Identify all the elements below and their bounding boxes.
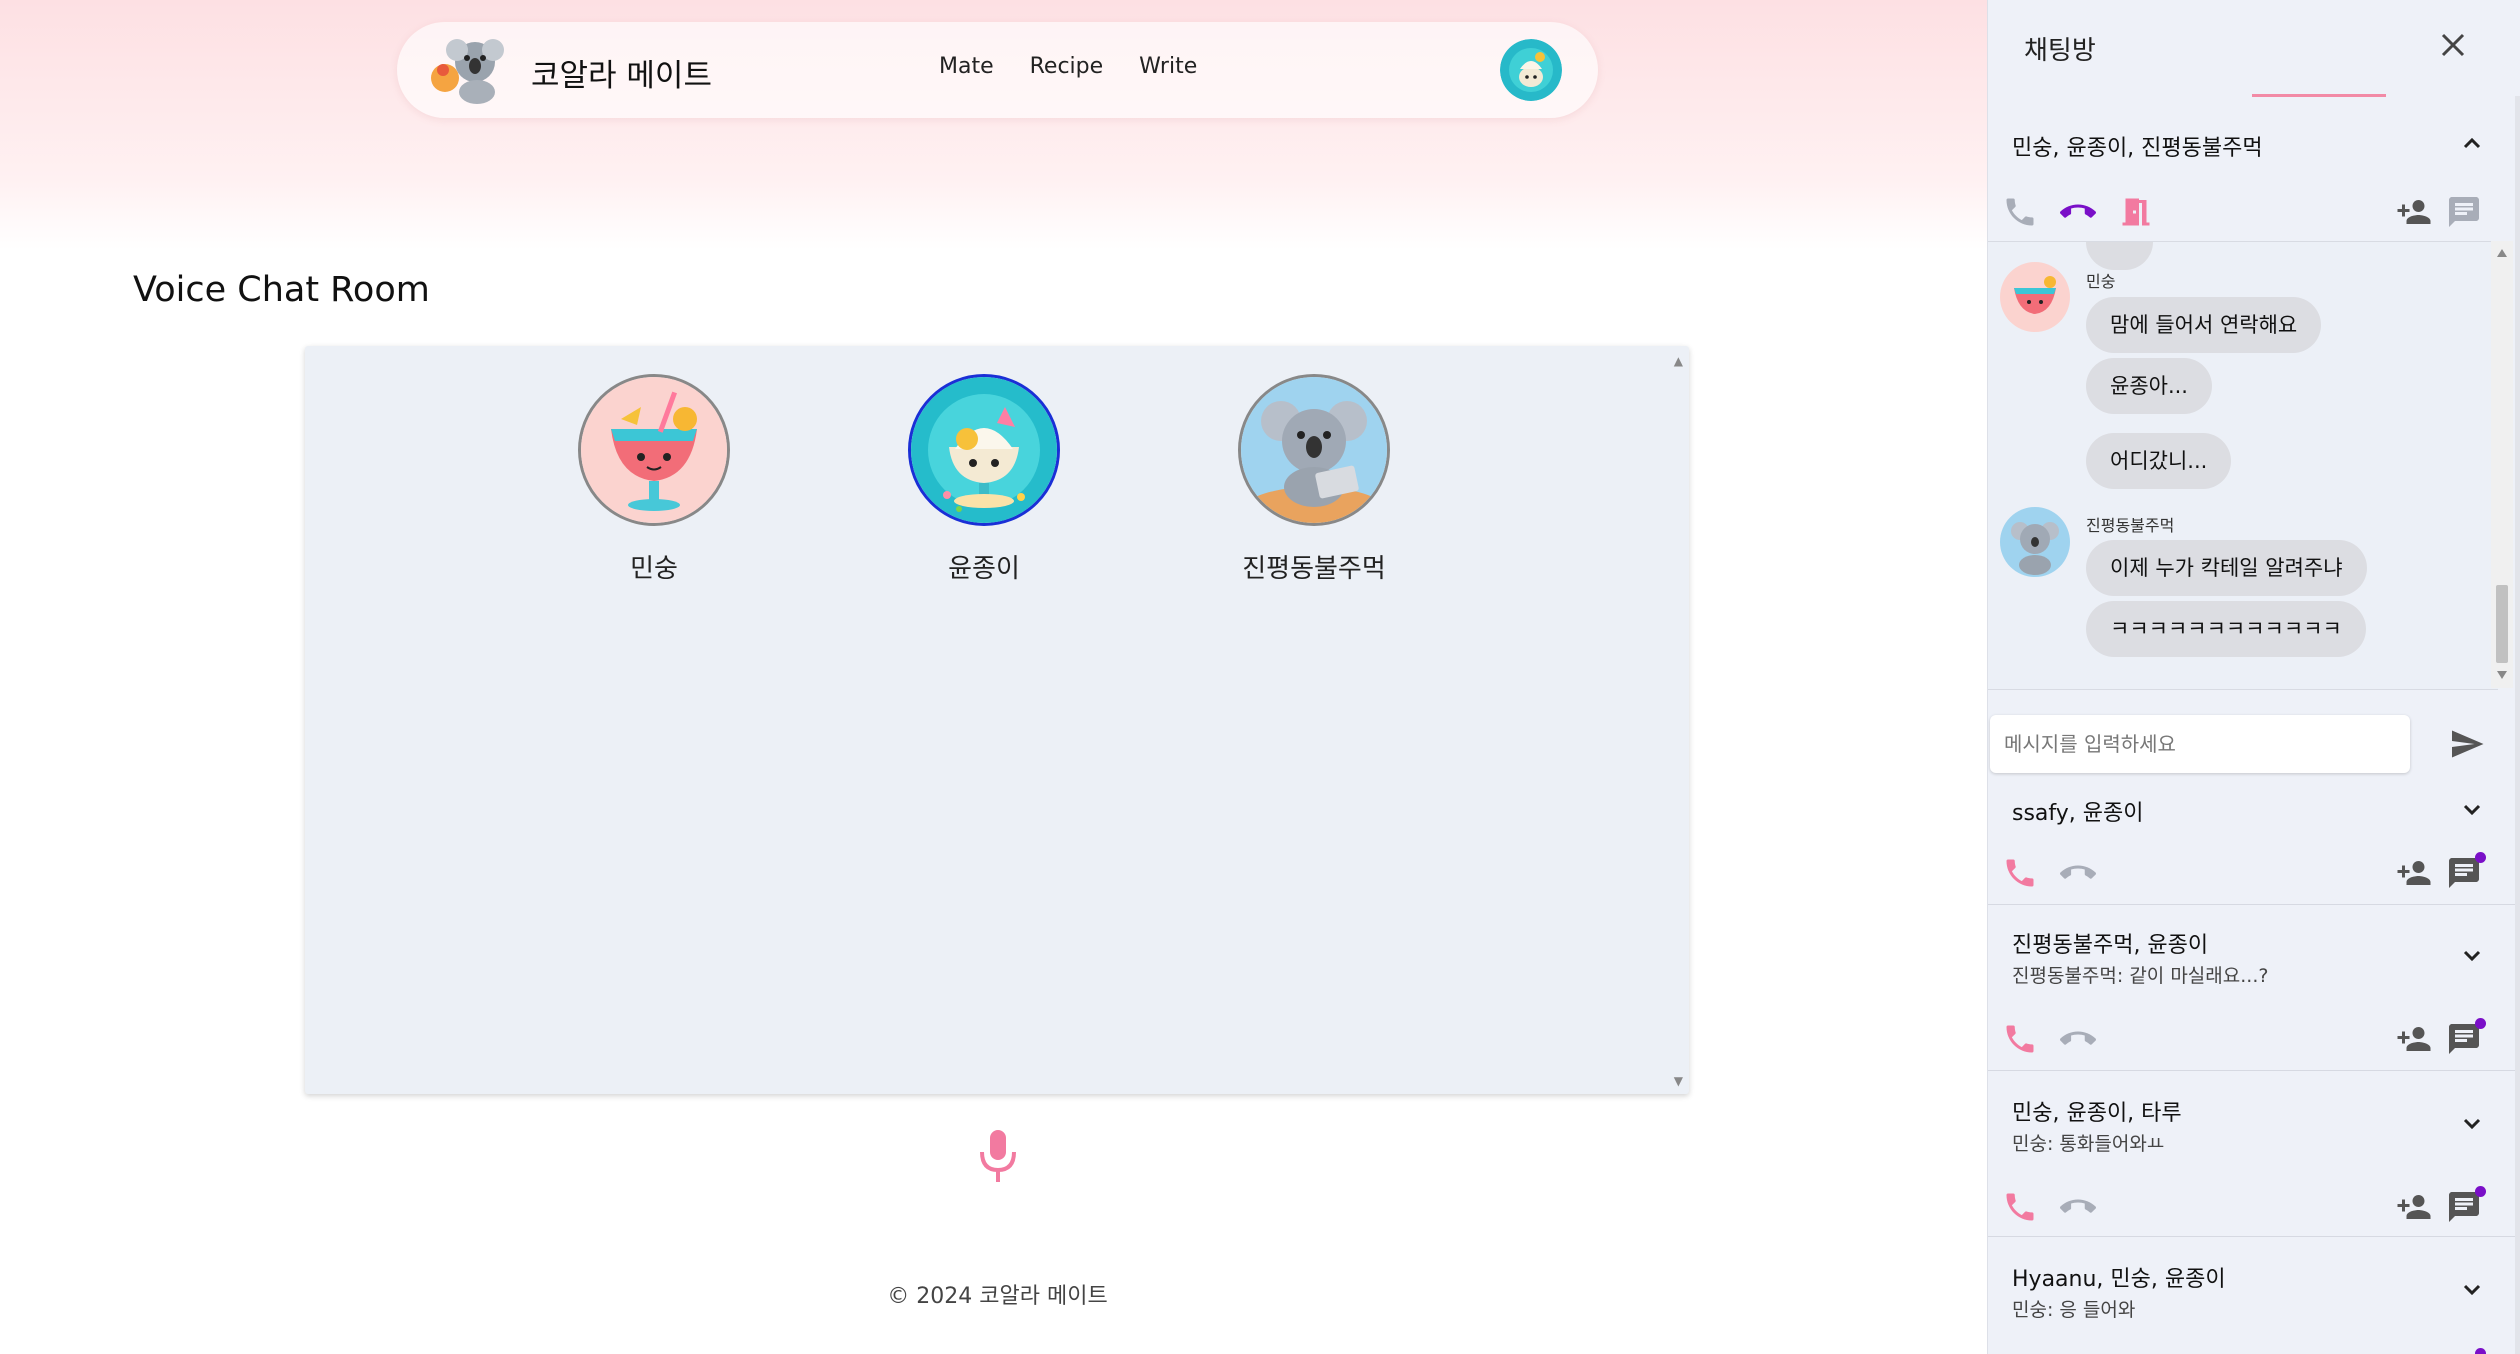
participant-name: 민숭 [630, 554, 678, 584]
scrollbar-thumb[interactable] [2496, 585, 2508, 663]
unread-dot [2475, 1018, 2486, 1029]
message-bubble: ㅋㅋㅋㅋㅋㅋㅋㅋㅋㅋㅋㅋ [2086, 601, 2366, 657]
phone-icon[interactable] [2002, 1021, 2038, 1057]
unread-dot [2475, 1186, 2486, 1197]
unread-dot [2475, 1348, 2486, 1354]
sidebar-header: 채팅방 [1988, 0, 2520, 97]
chat-message-icon[interactable] [2446, 194, 2482, 230]
unread-dot [2475, 852, 2486, 863]
chatroom-title: 진평동불주먹, 윤종이 [2012, 933, 2209, 958]
top-header: 코알라 메이트 Mate Recipe Write [397, 22, 1598, 118]
footer-copyright: © 2024 코알라 메이트 [887, 1284, 1108, 1309]
scroll-up-arrow-icon[interactable]: ▲ [1674, 354, 1683, 368]
message-bubble: 이제 누가 칵테일 알려주냐 [2086, 540, 2367, 596]
koala-logo-icon[interactable] [423, 32, 507, 108]
chatroom-item[interactable]: 민숭, 윤종이, 타루 민숭: 통화들어와ㅛ [1988, 1071, 2515, 1237]
main-area: 코알라 메이트 Mate Recipe Write Voice Chat Roo… [0, 0, 1987, 1354]
participant-name: 윤종이 [948, 554, 1020, 584]
chatroom-item[interactable]: ssafy, 윤종이 [1988, 785, 2515, 905]
message-scrollbar[interactable] [2491, 241, 2513, 688]
chevron-down-icon[interactable] [2458, 795, 2486, 823]
message-sender: 민숭 [2086, 272, 2116, 291]
hangup-icon[interactable] [2060, 194, 2096, 230]
participant-avatar [1238, 374, 1390, 526]
scroll-up-arrow-icon[interactable] [2497, 249, 2507, 257]
chevron-down-icon[interactable] [2458, 1109, 2486, 1137]
sidebar-title: 채팅방 [2024, 36, 2096, 66]
voice-room-panel: ▲ 민숭 윤종이 진평동불주먹 ▼ [305, 346, 1689, 1094]
phone-icon[interactable] [2002, 855, 2038, 891]
message-bubble: 어디갔니... [2086, 433, 2232, 489]
main-nav: Mate Recipe Write [939, 54, 1197, 79]
microphone-icon[interactable] [976, 1128, 1020, 1184]
phone-icon[interactable] [2002, 1189, 2038, 1225]
message-bubble-partial: ㅡ [2086, 242, 2154, 270]
participant-card[interactable]: 윤종이 [884, 374, 1084, 585]
sidebar-scrollbar[interactable] [2515, 0, 2520, 1354]
add-person-icon[interactable] [2396, 1021, 2432, 1057]
message-bubble: 윤종아... [2086, 358, 2212, 414]
participant-card[interactable]: 진평동불주먹 [1214, 374, 1414, 585]
add-person-icon[interactable] [2396, 194, 2432, 230]
chat-sidebar: 채팅방 민숭, 윤종이, 진평동불주먹 ㅡ 민숭 맘에 들어서 연락해요 윤종아… [1987, 0, 2520, 1354]
chevron-down-icon[interactable] [2458, 941, 2486, 969]
phone-icon[interactable] [2002, 194, 2038, 230]
add-person-icon[interactable] [2396, 855, 2432, 891]
scroll-down-arrow-icon[interactable]: ▼ [1674, 1074, 1683, 1088]
chatroom-preview: 민숭: 통화들어와ㅛ [2012, 1133, 2165, 1155]
page-title: Voice Chat Room [133, 270, 430, 310]
participant-avatar [578, 374, 730, 526]
nav-write[interactable]: Write [1139, 54, 1197, 79]
user-avatar[interactable] [1500, 39, 1562, 101]
nav-mate[interactable]: Mate [939, 54, 994, 79]
sender-avatar [2000, 507, 2070, 577]
chevron-up-icon[interactable] [2458, 130, 2486, 158]
chatroom-title: ssafy, 윤종이 [2012, 801, 2144, 826]
participant-card[interactable]: 민숭 [554, 374, 754, 585]
hangup-icon[interactable] [2060, 855, 2096, 891]
chatroom-item[interactable]: Hyaanu, 민숭, 윤종이 민숭: 응 들어와 [1988, 1237, 2515, 1354]
chatroom-title: 민숭, 윤종이, 타루 [2012, 1101, 2182, 1126]
scroll-down-arrow-icon[interactable] [2497, 671, 2507, 679]
message-bubble: 맘에 들어서 연락해요 [2086, 297, 2322, 353]
sender-avatar [2000, 262, 2070, 332]
close-icon[interactable] [2436, 28, 2470, 62]
message-composer [1990, 715, 2410, 773]
brand-name[interactable]: 코알라 메이트 [531, 50, 712, 95]
chatroom-title: Hyaanu, 민숭, 윤종이 [2012, 1267, 2226, 1292]
chatroom-preview: 민숭: 응 들어와 [2012, 1299, 2136, 1321]
exit-door-icon[interactable] [2118, 194, 2154, 230]
chevron-down-icon[interactable] [2458, 1275, 2486, 1303]
active-chatroom-header[interactable]: 민숭, 윤종이, 진평동불주먹 [1988, 96, 2515, 241]
hangup-icon[interactable] [2060, 1189, 2096, 1225]
message-list[interactable]: ㅡ 민숭 맘에 들어서 연락해요 윤종아... 어디갔니... 진평동불주먹 이… [1988, 241, 2498, 690]
hangup-icon[interactable] [2060, 1021, 2096, 1057]
add-person-icon[interactable] [2396, 1189, 2432, 1225]
participant-name: 진평동불주먹 [1242, 554, 1386, 584]
participant-avatar [908, 374, 1060, 526]
chatroom-item[interactable]: 진평동불주먹, 윤종이 진평동불주먹: 같이 마실래요...? [1988, 905, 2515, 1071]
send-icon[interactable] [2448, 726, 2486, 762]
chatroom-preview: 진평동불주먹: 같이 마실래요...? [2012, 965, 2269, 987]
message-input[interactable] [1990, 715, 2408, 773]
message-sender: 진평동불주먹 [2086, 516, 2175, 535]
nav-recipe[interactable]: Recipe [1030, 54, 1104, 79]
chatroom-title: 민숭, 윤종이, 진평동불주먹 [2012, 136, 2263, 161]
